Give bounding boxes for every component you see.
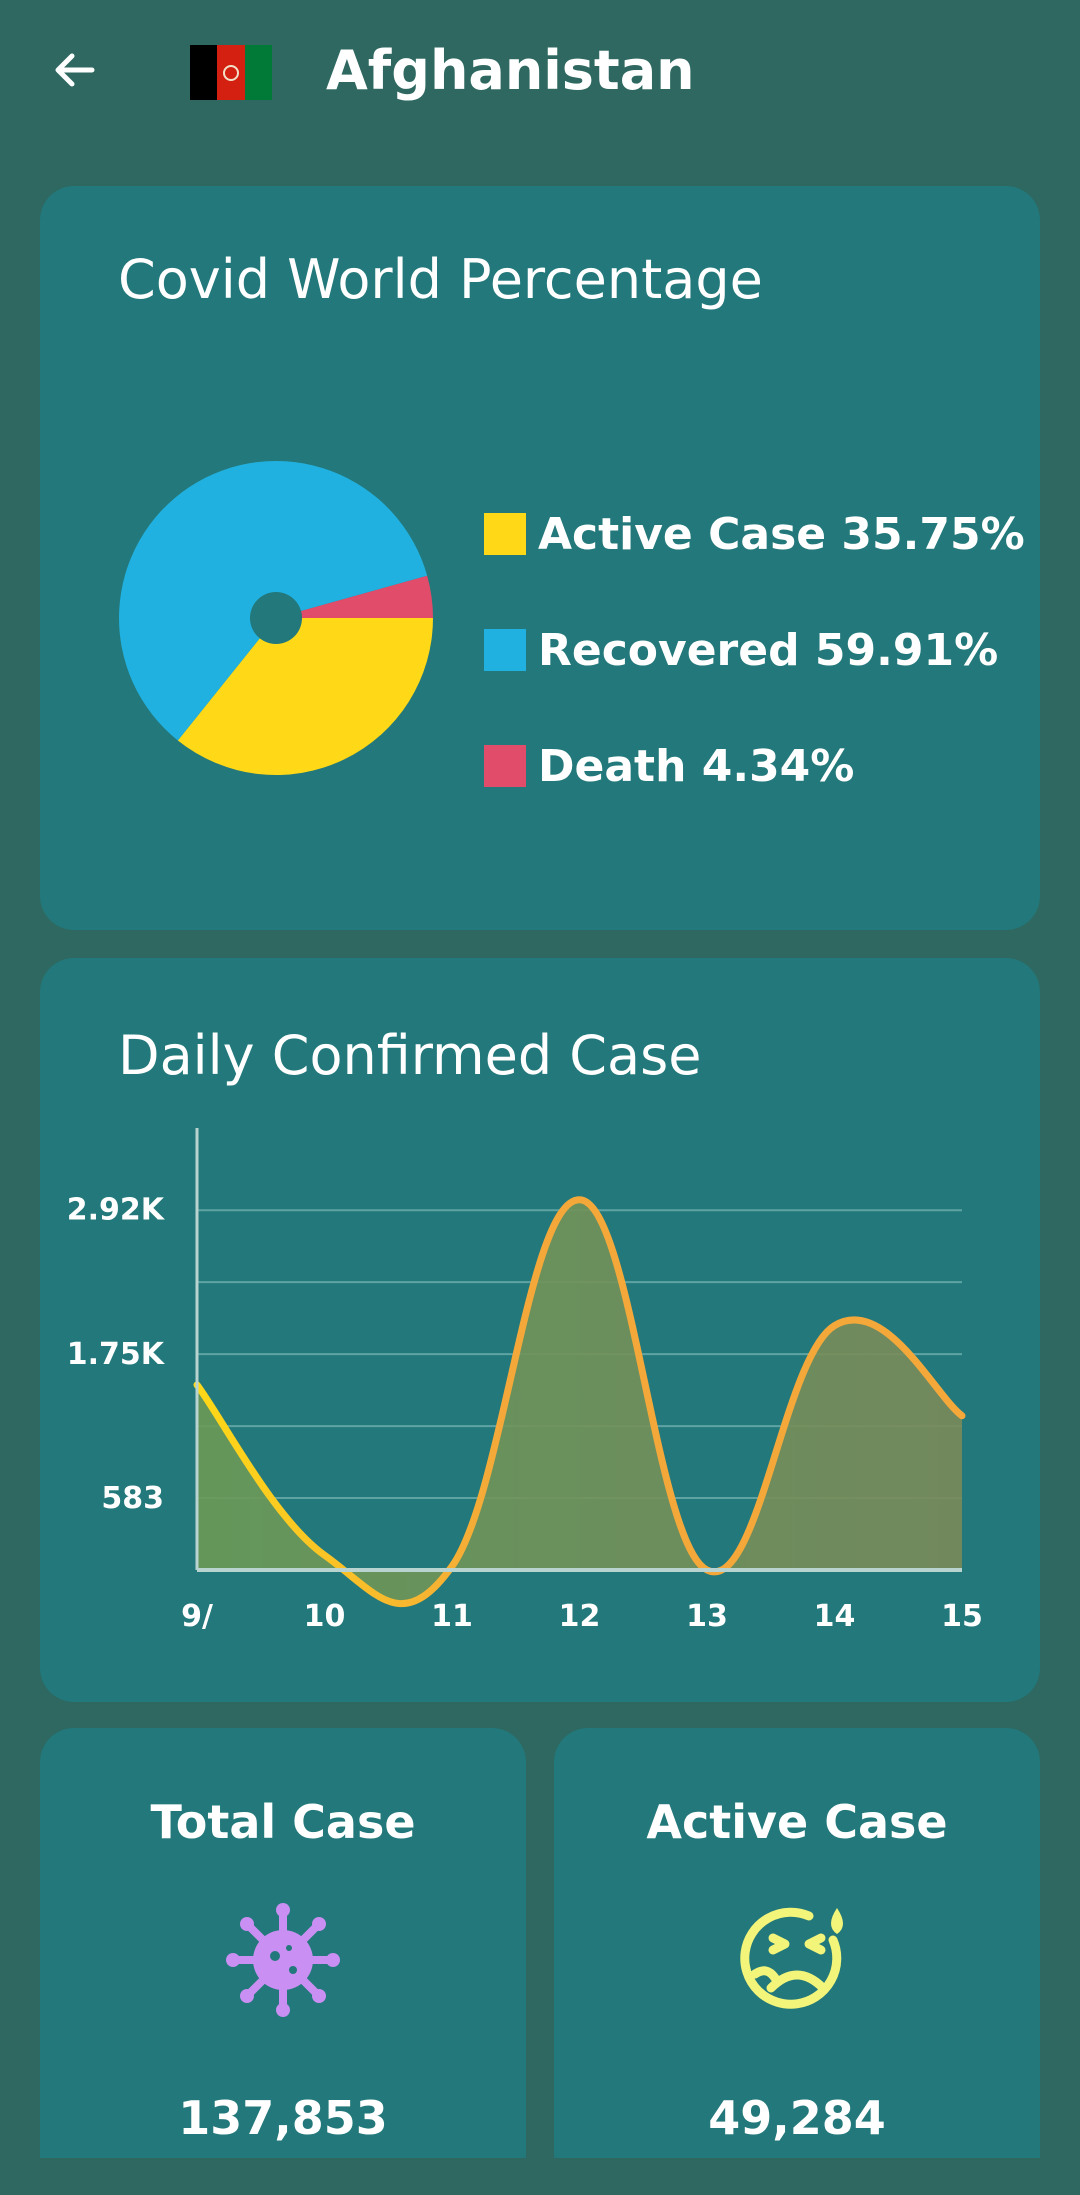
active-case-title: Active Case xyxy=(646,1795,948,1849)
legend-swatch-recovered xyxy=(484,629,526,671)
app-bar: Afghanistan xyxy=(0,0,1080,150)
legend-swatch-active xyxy=(484,513,526,555)
x-tick-label: 12 xyxy=(559,1599,601,1634)
x-tick-label: 11 xyxy=(431,1599,473,1634)
legend-item-death: Death 4.34% xyxy=(484,708,1025,824)
pie-chart xyxy=(119,461,433,775)
back-button[interactable] xyxy=(40,36,108,104)
daily-confirmed-chart: 583 1.75K 2.92K 9/10 11 12 13 14 15 xyxy=(67,1128,983,1634)
virus-icon xyxy=(226,1903,340,2017)
legend-swatch-death xyxy=(484,745,526,787)
country-flag xyxy=(190,45,272,100)
legend-label-death: Death 4.34% xyxy=(538,740,855,792)
active-case-value: 49,284 xyxy=(708,2091,886,2145)
legend-item-recovered: Recovered 59.91% xyxy=(484,592,1025,708)
daily-confirmed-card: Daily Confirmed Case 583 1.75K 2.92K 9/10 11… xyxy=(40,958,1040,1702)
legend-item-active: Active Case 35.75% xyxy=(484,476,1025,592)
y-tick-label: 583 xyxy=(101,1481,164,1516)
pie-center-hole xyxy=(250,592,302,644)
x-tick-label: 9/ xyxy=(181,1599,213,1634)
bottom-edge xyxy=(0,2158,1080,2195)
x-tick-label: 14 xyxy=(814,1599,856,1634)
x-tick-label: 13 xyxy=(686,1599,728,1634)
active-case-card: Active Case 49,284 xyxy=(554,1728,1040,2195)
world-percentage-title: Covid World Percentage xyxy=(118,248,763,311)
total-case-value: 137,853 xyxy=(178,2091,388,2145)
y-tick-label: 1.75K xyxy=(67,1337,166,1372)
x-tick-label: 10 xyxy=(304,1599,346,1634)
pie-legend: Active Case 35.75% Recovered 59.91% Deat… xyxy=(484,476,1025,824)
y-tick-label: 2.92K xyxy=(67,1193,166,1228)
legend-label-active: Active Case 35.75% xyxy=(538,508,1025,560)
x-tick-label: 15 xyxy=(941,1599,983,1634)
legend-label-recovered: Recovered 59.91% xyxy=(538,624,999,676)
total-case-title: Total Case xyxy=(150,1795,416,1849)
world-percentage-card: Covid World Percentage Active Case 35.75… xyxy=(40,186,1040,930)
total-case-card: Total Case 137,853 xyxy=(40,1728,526,2195)
sick-face-icon xyxy=(740,1907,843,2009)
page-title: Afghanistan xyxy=(326,39,695,102)
arrow-left-icon xyxy=(55,53,95,87)
